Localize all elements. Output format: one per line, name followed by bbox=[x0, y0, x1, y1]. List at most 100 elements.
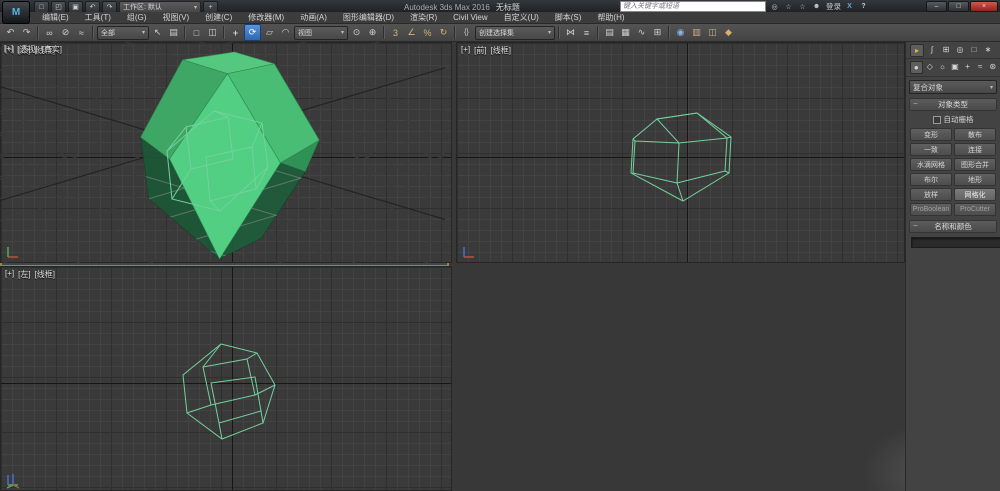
button-scatter[interactable]: 散布 bbox=[954, 128, 996, 141]
reference-coordsys-dropdown[interactable]: 视图 ▾ bbox=[294, 26, 348, 40]
button-conform[interactable]: 一致 bbox=[910, 143, 952, 156]
button-terrain[interactable]: 地形 bbox=[954, 173, 996, 186]
button-loft[interactable]: 放样 bbox=[910, 188, 952, 201]
viewport-menu-shading[interactable]: [线框] bbox=[35, 269, 55, 280]
select-object-button[interactable] bbox=[150, 25, 165, 40]
graphite-ribbon-button[interactable] bbox=[618, 25, 633, 40]
tab-display-icon[interactable] bbox=[968, 44, 980, 55]
use-center-button[interactable] bbox=[349, 25, 364, 40]
curve-editor-button[interactable] bbox=[634, 25, 649, 40]
button-blobmesh[interactable]: 水滴网格 bbox=[910, 158, 952, 171]
tab-hierarchy-icon[interactable] bbox=[940, 44, 952, 55]
close-button[interactable] bbox=[970, 1, 998, 12]
maximize-button[interactable] bbox=[948, 1, 969, 12]
object-name-field[interactable] bbox=[911, 237, 1000, 248]
tab-motion-icon[interactable] bbox=[954, 44, 966, 55]
viewport-left[interactable]: [+] [左] [线框] bbox=[0, 266, 452, 491]
menu-civil-view[interactable]: Civil View bbox=[445, 13, 496, 22]
undo-button[interactable] bbox=[3, 25, 18, 40]
autogrid-checkbox[interactable] bbox=[933, 116, 941, 124]
viewport-menu-view[interactable]: [透视] bbox=[17, 44, 37, 55]
viewport-menu-shading[interactable]: [线框] bbox=[491, 45, 511, 56]
viewport-menu-view[interactable]: [前] bbox=[474, 45, 486, 56]
select-and-link-button[interactable] bbox=[42, 25, 57, 40]
menu-edit[interactable]: 编辑(E) bbox=[34, 12, 77, 23]
redo-button[interactable] bbox=[19, 25, 34, 40]
angle-snap-button[interactable] bbox=[404, 25, 419, 40]
favorites-icon[interactable] bbox=[797, 2, 808, 12]
application-menu-button[interactable] bbox=[2, 1, 30, 24]
menu-rendering[interactable]: 渲染(R) bbox=[402, 12, 445, 23]
viewport-menu-plus[interactable]: [+] bbox=[4, 44, 13, 55]
button-proboolean[interactable]: ProBoolean bbox=[910, 203, 952, 216]
manage-layers-button[interactable] bbox=[602, 25, 617, 40]
category-helpers-icon[interactable] bbox=[962, 61, 973, 72]
viewport-menu-plus[interactable]: [+] bbox=[461, 45, 470, 56]
viewport-front[interactable]: [+] [前] [线框] bbox=[456, 42, 905, 263]
rollout-object-type[interactable]: 对象类型 bbox=[909, 98, 997, 111]
category-geometry-icon[interactable] bbox=[910, 61, 923, 74]
button-connect[interactable]: 连接 bbox=[954, 143, 996, 156]
snap-toggle-3d-button[interactable] bbox=[388, 25, 403, 40]
menu-help[interactable]: 帮助(H) bbox=[589, 12, 632, 23]
viewport-menu-plus[interactable]: [+] bbox=[5, 269, 14, 280]
minimize-button[interactable] bbox=[926, 1, 947, 12]
category-systems-icon[interactable] bbox=[987, 61, 998, 72]
search-icon[interactable] bbox=[769, 2, 780, 12]
align-button[interactable] bbox=[579, 25, 594, 40]
button-boolean[interactable]: 布尔 bbox=[910, 173, 952, 186]
spinner-snap-button[interactable] bbox=[436, 25, 451, 40]
tab-modify-icon[interactable] bbox=[926, 44, 938, 55]
category-spacewarps-icon[interactable] bbox=[975, 61, 986, 72]
button-mesher[interactable]: 网格化 bbox=[954, 188, 996, 201]
tab-utilities-icon[interactable] bbox=[982, 44, 994, 55]
select-and-rotate-button[interactable] bbox=[244, 24, 261, 41]
selection-filter-dropdown[interactable]: 全部 ▾ bbox=[97, 26, 149, 40]
scene-object-top-wireframe[interactable] bbox=[164, 107, 276, 215]
window-crossing-button[interactable] bbox=[205, 25, 220, 40]
menu-modifiers[interactable]: 修改器(M) bbox=[240, 12, 292, 23]
category-shapes-icon[interactable] bbox=[925, 61, 936, 72]
select-and-place-button[interactable] bbox=[278, 25, 293, 40]
select-and-scale-button[interactable] bbox=[262, 25, 277, 40]
button-morph[interactable]: 变形 bbox=[910, 128, 952, 141]
tab-create-icon[interactable] bbox=[910, 44, 924, 57]
rendered-frame-button[interactable] bbox=[705, 25, 720, 40]
select-and-manipulate-button[interactable] bbox=[365, 25, 380, 40]
menu-animation[interactable]: 动画(A) bbox=[292, 12, 335, 23]
scene-object-left-wireframe[interactable] bbox=[177, 339, 281, 445]
unlink-selection-button[interactable] bbox=[58, 25, 73, 40]
render-setup-button[interactable] bbox=[689, 25, 704, 40]
category-cameras-icon[interactable] bbox=[950, 61, 961, 72]
viewport-menu-view[interactable]: [左] bbox=[18, 269, 30, 280]
menu-create[interactable]: 创建(C) bbox=[197, 12, 240, 23]
selection-region-button[interactable] bbox=[189, 25, 204, 40]
render-production-button[interactable] bbox=[721, 25, 736, 40]
exchange-apps-icon[interactable] bbox=[844, 2, 855, 12]
category-lights-icon[interactable] bbox=[937, 61, 948, 72]
bind-to-spacewarp-button[interactable] bbox=[74, 25, 89, 40]
menu-graph-editors[interactable]: 图形编辑器(D) bbox=[335, 12, 402, 23]
menu-scripting[interactable]: 脚本(S) bbox=[547, 12, 590, 23]
named-sets-dropdown[interactable]: 创建选择集 ▾ bbox=[475, 26, 555, 40]
menu-views[interactable]: 视图(V) bbox=[154, 12, 197, 23]
search-input[interactable] bbox=[620, 1, 766, 12]
rollout-name-color[interactable]: 名称和颜色 bbox=[909, 220, 997, 233]
help-icon[interactable] bbox=[858, 2, 869, 12]
button-shapemerge[interactable]: 图形合并 bbox=[954, 158, 996, 171]
select-by-name-button[interactable] bbox=[166, 25, 181, 40]
subscription-icon[interactable] bbox=[783, 2, 794, 12]
mirror-button[interactable] bbox=[563, 25, 578, 40]
menu-tools[interactable]: 工具(T) bbox=[77, 12, 119, 23]
percent-snap-button[interactable] bbox=[420, 25, 435, 40]
viewport-menu-shading[interactable]: [真实] bbox=[42, 44, 62, 55]
button-procutter[interactable]: ProCutter bbox=[954, 203, 996, 216]
material-editor-button[interactable] bbox=[673, 25, 688, 40]
select-and-move-button[interactable] bbox=[228, 25, 243, 40]
geometry-category-dropdown[interactable]: 复合对象 ▾ bbox=[909, 80, 997, 94]
sign-in-link[interactable]: 登录 bbox=[826, 1, 841, 12]
scene-object-front-wireframe[interactable] bbox=[619, 111, 739, 205]
menu-group[interactable]: 组(G) bbox=[119, 12, 155, 23]
schematic-view-button[interactable] bbox=[650, 25, 665, 40]
edit-named-sets-button[interactable] bbox=[459, 25, 474, 40]
